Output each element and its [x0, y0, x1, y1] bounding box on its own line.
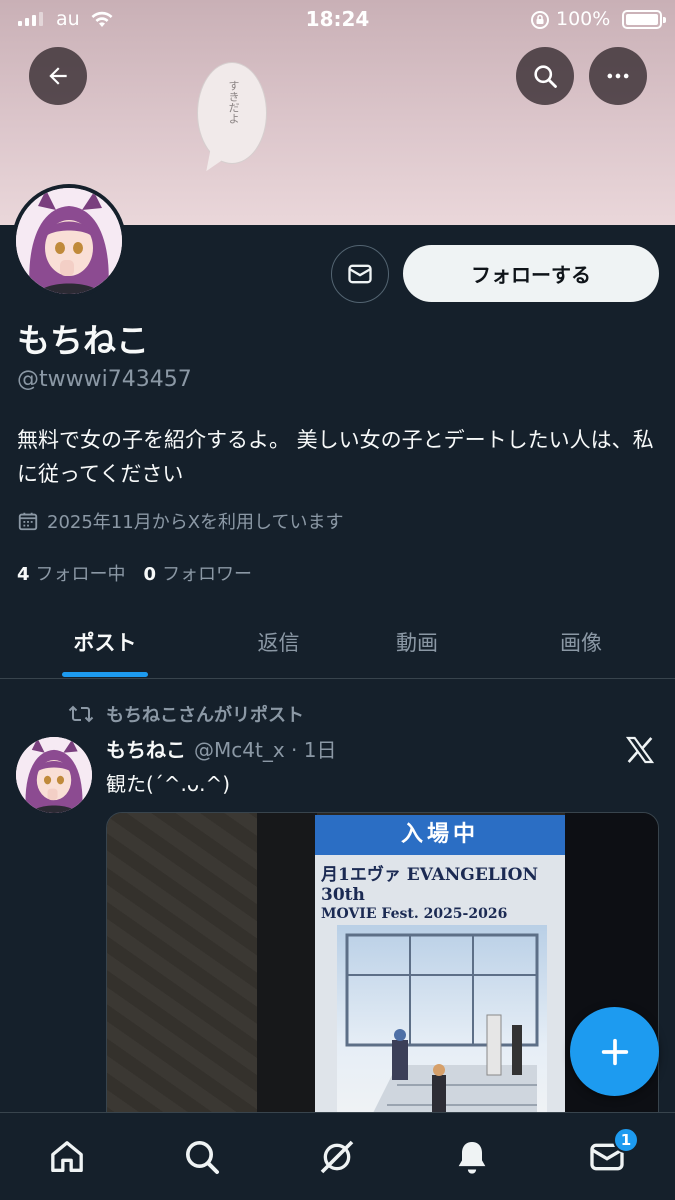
- profile-avatar[interactable]: [12, 184, 126, 298]
- notifications-icon: [458, 1142, 486, 1174]
- repost-icon: [68, 705, 94, 723]
- rotation-lock-icon: [530, 10, 550, 34]
- tab-posts[interactable]: ポスト: [0, 605, 210, 679]
- nav-home[interactable]: [27, 1113, 107, 1200]
- tab-videos[interactable]: 動画: [347, 605, 487, 679]
- followers-count: 0: [143, 564, 157, 585]
- bubble-text: すきだよ: [227, 80, 240, 124]
- grok-icon: [320, 1140, 354, 1174]
- search-icon: [186, 1141, 219, 1174]
- messages-badge: 1: [613, 1127, 639, 1153]
- repost-label: もちねこさんがリポスト: [106, 705, 304, 726]
- join-date-text: 2025年11月からXを利用しています: [47, 512, 344, 533]
- nav-notifications[interactable]: [432, 1113, 512, 1200]
- repost-indicator[interactable]: もちねこさんがリポスト: [68, 701, 304, 727]
- poster: 入場中 月1エヴァ EVANGELION 30th MOVIE Fest. 20…: [315, 815, 565, 1141]
- following-count: 4: [17, 564, 30, 585]
- message-button[interactable]: [331, 245, 389, 303]
- search-icon: [534, 65, 557, 88]
- poster-header: 入場中: [315, 815, 565, 855]
- following-link[interactable]: 4 フォロー中: [17, 560, 126, 586]
- x-logo-icon: [624, 734, 656, 770]
- profile-bio: 無料で女の子を紹介するよ。 美しい女の子とデートしたい人は、私に従ってください: [17, 428, 654, 486]
- followers-link[interactable]: 0 フォロワー: [144, 560, 253, 586]
- post-author-handle-time[interactable]: @Mc4t_x · 1日: [194, 734, 336, 763]
- followers-label: フォロワー: [162, 564, 253, 585]
- active-tab-indicator: [62, 672, 148, 677]
- battery-icon: [622, 10, 666, 29]
- poster-title: 月1エヴァ EVANGELION 30th MOVIE Fest. 2025-2…: [321, 865, 561, 923]
- join-date: 2025年11月からXを利用しています: [17, 508, 344, 534]
- post-author-avatar[interactable]: [16, 737, 92, 813]
- poster-artwork: [337, 925, 547, 1141]
- follow-button[interactable]: フォローする: [403, 245, 659, 302]
- poster-title-line1: 月1エヴァ EVANGELION 30th: [321, 865, 539, 905]
- display-name: もちねこ: [17, 321, 149, 360]
- poster-title-line2: MOVIE Fest. 2025-2026: [321, 906, 508, 922]
- home-icon: [51, 1141, 83, 1172]
- tab-replies[interactable]: 返信: [210, 605, 347, 679]
- follow-stats: 4 フォロー中 0 フォロワー: [17, 560, 252, 586]
- user-handle: @twwwi743457: [17, 367, 192, 392]
- following-label: フォロー中: [35, 564, 126, 585]
- post-text: 観た(ˊ^.ᴗ.^): [106, 772, 231, 796]
- search-button[interactable]: [516, 47, 574, 105]
- compose-post-button[interactable]: [570, 1007, 659, 1096]
- post-media-image[interactable]: 入場中 月1エヴァ EVANGELION 30th MOVIE Fest. 20…: [106, 812, 659, 1142]
- more-options-button[interactable]: [589, 47, 647, 105]
- wall-texture: [107, 813, 257, 1141]
- tab-images[interactable]: 画像: [487, 605, 675, 679]
- post-author-name[interactable]: もちねこ: [106, 734, 186, 763]
- bottom-navigation: 1: [0, 1112, 675, 1200]
- more-horizontal-icon: [607, 73, 629, 79]
- frame-edge: [257, 813, 317, 1141]
- envelope-icon: [348, 264, 372, 284]
- arrow-left-icon: [49, 67, 67, 85]
- nav-messages[interactable]: 1: [567, 1113, 647, 1200]
- profile-tabs: ポスト 返信 動画 画像: [0, 605, 675, 679]
- avatar-illustration: [16, 188, 122, 294]
- calendar-icon: [18, 512, 38, 531]
- nav-search[interactable]: [162, 1113, 242, 1200]
- plus-icon: [601, 1038, 628, 1065]
- nav-grok[interactable]: [297, 1113, 377, 1200]
- battery-percent: 100%: [556, 8, 611, 30]
- status-bar: au 18:24 100%: [0, 0, 675, 40]
- back-button[interactable]: [29, 47, 87, 105]
- post-header: もちねこ @Mc4t_x · 1日: [106, 734, 336, 763]
